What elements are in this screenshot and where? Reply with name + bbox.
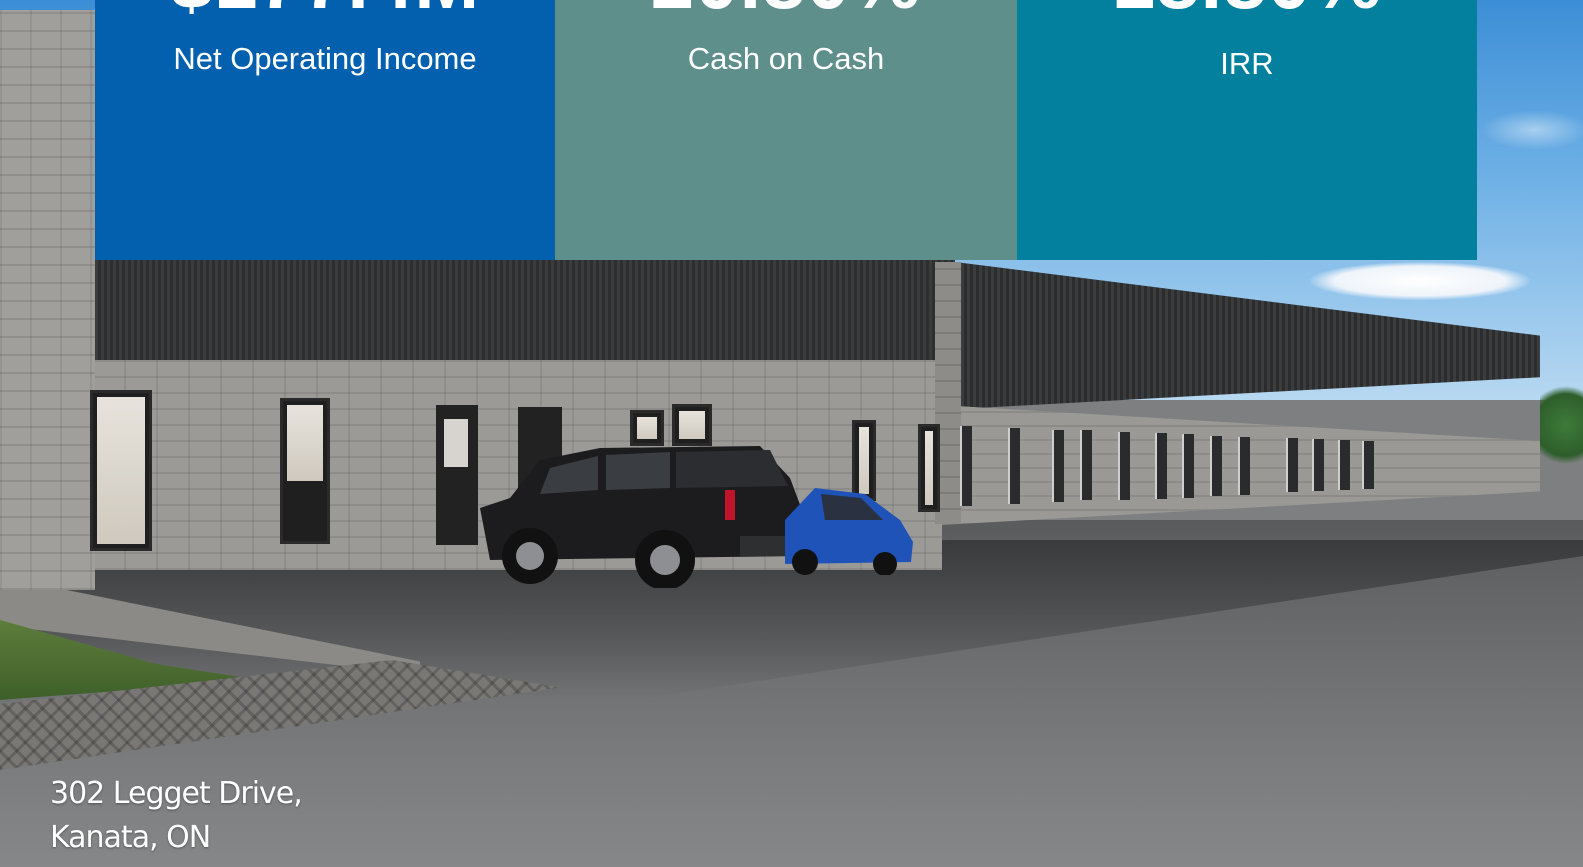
building-window (918, 424, 940, 512)
building-window (1210, 436, 1222, 496)
address-line-city: Kanata, ON (50, 820, 211, 855)
stat-card-irr: 18.80% IRR (1017, 0, 1477, 260)
property-address: 302 Legget Drive, Kanata, ON (50, 772, 303, 860)
building-window (1155, 433, 1167, 499)
trees (1540, 380, 1583, 470)
parked-sedan (785, 488, 913, 575)
building-corner-pillar (0, 10, 95, 590)
parked-suv (480, 446, 805, 588)
building-window (1080, 430, 1092, 500)
stat-card-net-operating-income: $177.4M Net Operating Income (95, 0, 555, 260)
building-window (1338, 440, 1350, 490)
slide-canvas: $177.4M Net Operating Income 20.80% Cash… (0, 0, 1583, 867)
stat-label: Net Operating Income (173, 41, 477, 76)
building-window (1286, 438, 1298, 492)
stat-label: IRR (1220, 46, 1274, 81)
building-window (1008, 428, 1020, 504)
stat-value: 18.80% (1017, 0, 1477, 20)
building-window (1182, 434, 1194, 498)
building-window (280, 398, 330, 544)
stat-label: Cash on Cash (687, 41, 885, 76)
building-window (90, 390, 152, 551)
building-window (960, 426, 972, 506)
building-window (1118, 432, 1130, 500)
building-window (1362, 441, 1374, 489)
address-line-street: 302 Legget Drive, (50, 776, 303, 811)
stat-card-cash-on-cash: 20.80% Cash on Cash (555, 0, 1017, 260)
stat-value: $177.4M (95, 0, 555, 20)
stat-value: 20.80% (555, 0, 1017, 20)
building-window (1052, 430, 1064, 502)
building-window (1238, 437, 1250, 495)
building-window (1312, 439, 1324, 491)
cloud (1480, 110, 1583, 150)
cloud (1310, 262, 1530, 300)
